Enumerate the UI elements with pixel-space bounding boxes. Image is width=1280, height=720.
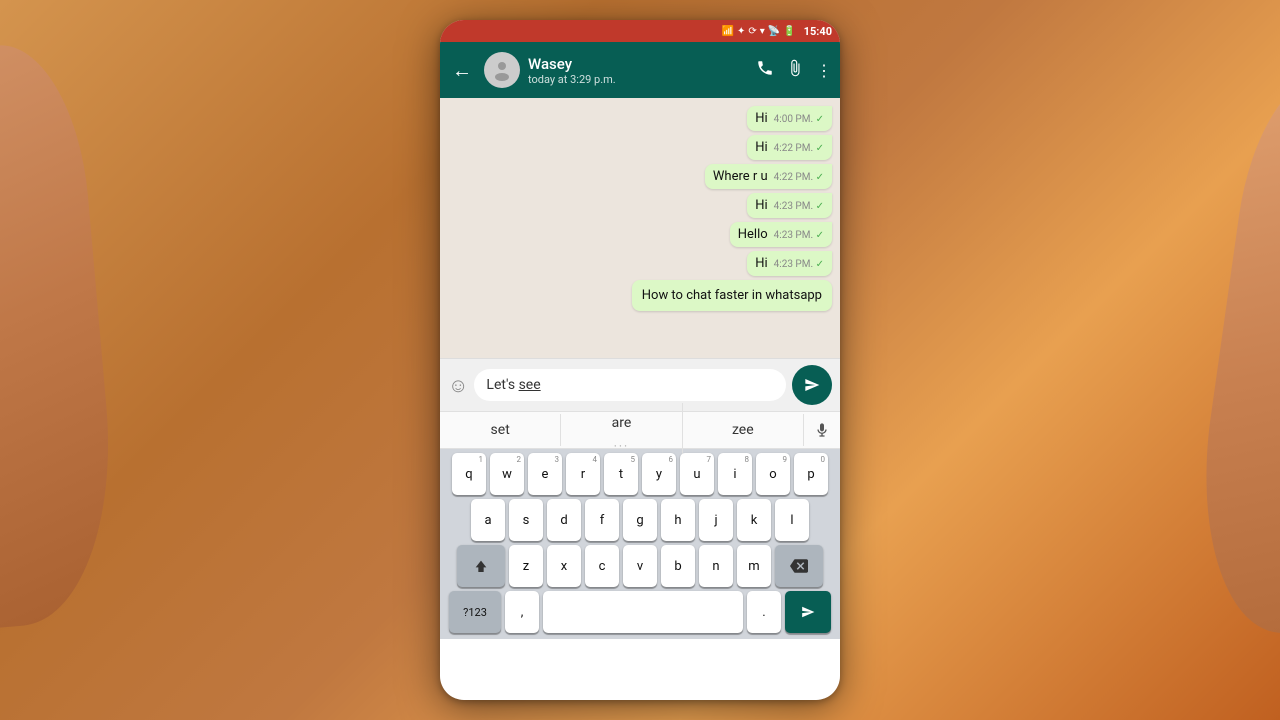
status-bar: 📶 ✦ ⟳ ▾ 📡 🔋 15:40: [440, 20, 840, 42]
hand-left: [0, 39, 125, 641]
status-icons: 📶 ✦ ⟳ ▾ 📡 🔋: [721, 26, 795, 37]
bluetooth-icon: ✦: [737, 26, 745, 37]
wifi-icon: ▾: [760, 26, 765, 37]
contact-info: Wasey today at 3:29 p.m.: [528, 55, 748, 86]
input-text-plain: Let's: [486, 377, 518, 393]
avatar: [484, 52, 520, 88]
backspace-key[interactable]: [775, 545, 823, 587]
hand-right: [1182, 65, 1280, 656]
key-u[interactable]: 7u: [680, 453, 714, 495]
key-w[interactable]: 2w: [490, 453, 524, 495]
key-b[interactable]: b: [661, 545, 695, 587]
chat-header: ← Wasey today at 3:29 p.m.: [440, 42, 840, 98]
message-4: Hi 4:23 PM. ✓: [747, 193, 832, 218]
key-y[interactable]: 6y: [642, 453, 676, 495]
key-l[interactable]: l: [775, 499, 809, 541]
autocomplete-set[interactable]: set: [440, 414, 561, 446]
key-k[interactable]: k: [737, 499, 771, 541]
key-c[interactable]: c: [585, 545, 619, 587]
status-time: 15:40: [804, 25, 832, 38]
header-icons: ⋮: [756, 59, 832, 81]
message-input-field[interactable]: Let's see: [474, 369, 786, 401]
comma-key[interactable]: ,: [505, 591, 539, 633]
key-j[interactable]: j: [699, 499, 733, 541]
key-s[interactable]: s: [509, 499, 543, 541]
key-f[interactable]: f: [585, 499, 619, 541]
sync-icon: ⟳: [748, 26, 756, 37]
period-key[interactable]: .: [747, 591, 781, 633]
key-o[interactable]: 9o: [756, 453, 790, 495]
keyboard: 1q 2w 3e 4r 5t 6y 7u 8i 9o 0p a s d f g …: [440, 449, 840, 639]
key-d[interactable]: d: [547, 499, 581, 541]
message-1: Hi 4:00 PM. ✓: [747, 106, 832, 131]
autocomplete-are[interactable]: are: [612, 407, 632, 439]
key-x[interactable]: x: [547, 545, 581, 587]
key-h[interactable]: h: [661, 499, 695, 541]
key-q[interactable]: 1q: [452, 453, 486, 495]
shift-key[interactable]: [457, 545, 505, 587]
key-g[interactable]: g: [623, 499, 657, 541]
more-icon[interactable]: ⋮: [816, 61, 832, 80]
sym-key[interactable]: ?123: [449, 591, 501, 633]
key-i[interactable]: 8i: [718, 453, 752, 495]
key-a[interactable]: a: [471, 499, 505, 541]
back-button[interactable]: ←: [448, 54, 476, 87]
message-3: Where r u 4:22 PM. ✓: [705, 164, 832, 189]
attach-icon[interactable]: [786, 59, 804, 81]
autocomplete-zee[interactable]: zee: [683, 414, 804, 446]
scene: 📶 ✦ ⟳ ▾ 📡 🔋 15:40 ← Wasey today at 3:29 …: [0, 0, 1280, 720]
message-2: Hi 4:22 PM. ✓: [747, 135, 832, 160]
phone-icon[interactable]: [756, 59, 774, 81]
message-5: Hello 4:23 PM. ✓: [730, 222, 832, 247]
key-p[interactable]: 0p: [794, 453, 828, 495]
message-7: How to chat faster in whatsapp: [632, 280, 832, 311]
key-m[interactable]: m: [737, 545, 771, 587]
keyboard-row-3: z x c v b n m: [442, 545, 838, 587]
key-n[interactable]: n: [699, 545, 733, 587]
key-r[interactable]: 4r: [566, 453, 600, 495]
key-t[interactable]: 5t: [604, 453, 638, 495]
key-z[interactable]: z: [509, 545, 543, 587]
contact-name: Wasey: [528, 55, 748, 73]
keyboard-row-2: a s d f g h j k l: [442, 499, 838, 541]
send-button[interactable]: [792, 365, 832, 405]
contact-status: today at 3:29 p.m.: [528, 73, 748, 86]
key-e[interactable]: 3e: [528, 453, 562, 495]
message-6: Hi 4:23 PM. ✓: [747, 251, 832, 276]
chat-area: Hi 4:00 PM. ✓ Hi 4:22 PM. ✓ Where r u 4:…: [440, 98, 840, 358]
keyboard-send-key[interactable]: [785, 591, 831, 633]
mic-button[interactable]: [804, 422, 840, 438]
autocomplete-dots: ···: [614, 439, 629, 453]
sim-icon: 📶: [721, 26, 733, 37]
keyboard-row-4: ?123 , .: [442, 591, 838, 633]
space-key[interactable]: [543, 591, 743, 633]
battery-icon: 🔋: [783, 26, 795, 37]
phone-frame: 📶 ✦ ⟳ ▾ 📡 🔋 15:40 ← Wasey today at 3:29 …: [440, 20, 840, 700]
input-text-underlined: see: [519, 377, 541, 393]
signal-icon: 📡: [768, 26, 780, 37]
emoji-button[interactable]: ☺: [448, 373, 468, 398]
autocomplete-bar: set are ··· zee: [440, 411, 840, 449]
key-v[interactable]: v: [623, 545, 657, 587]
keyboard-row-1: 1q 2w 3e 4r 5t 6y 7u 8i 9o 0p: [442, 453, 838, 495]
